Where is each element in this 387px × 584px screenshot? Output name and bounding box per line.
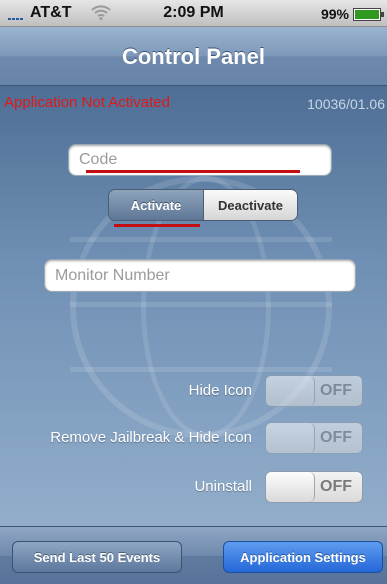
uninstall-label: Uninstall bbox=[194, 478, 252, 495]
toggle-state: OFF bbox=[320, 478, 352, 495]
red-underline bbox=[114, 224, 200, 227]
hide-icon-toggle[interactable]: OFF bbox=[265, 375, 363, 407]
red-underline bbox=[86, 170, 300, 173]
hide-icon-label: Hide Icon bbox=[188, 382, 252, 399]
page-title: Control Panel bbox=[121, 44, 265, 69]
send-last-50-events-button[interactable]: Send Last 50 Events bbox=[12, 541, 182, 573]
deactivate-segment[interactable]: Deactivate bbox=[203, 190, 297, 220]
control-panel-content: Application Not Activated 10036/01.06 Co… bbox=[0, 86, 387, 526]
activate-segment[interactable]: Activate bbox=[109, 190, 203, 220]
toggle-state: OFF bbox=[320, 382, 352, 399]
status-bar: AT&T 2:09 PM 99% bbox=[0, 0, 387, 27]
battery-icon bbox=[353, 8, 384, 21]
activation-segmented-control[interactable]: Activate Deactivate bbox=[108, 189, 298, 221]
monitor-number-input[interactable]: Monitor Number bbox=[44, 259, 356, 292]
toggle-knob bbox=[266, 472, 315, 502]
battery-percentage: 99% bbox=[320, 6, 349, 22]
remove-jailbreak-label: Remove Jailbreak & Hide Icon bbox=[50, 429, 252, 446]
toggle-knob bbox=[266, 423, 315, 453]
uninstall-toggle[interactable]: OFF bbox=[265, 471, 363, 503]
code-placeholder: Code bbox=[79, 151, 118, 168]
version-label: 10036/01.06 bbox=[307, 96, 385, 112]
bottom-toolbar: Send Last 50 Events Application Settings bbox=[0, 526, 387, 584]
toggle-state: OFF bbox=[320, 429, 352, 446]
navigation-bar: Control Panel bbox=[0, 27, 387, 86]
monitor-number-placeholder: Monitor Number bbox=[55, 267, 170, 284]
activation-status: Application Not Activated bbox=[4, 94, 170, 111]
application-settings-button[interactable]: Application Settings bbox=[223, 541, 383, 573]
toggle-knob bbox=[266, 376, 315, 406]
remove-jailbreak-toggle[interactable]: OFF bbox=[265, 422, 363, 454]
